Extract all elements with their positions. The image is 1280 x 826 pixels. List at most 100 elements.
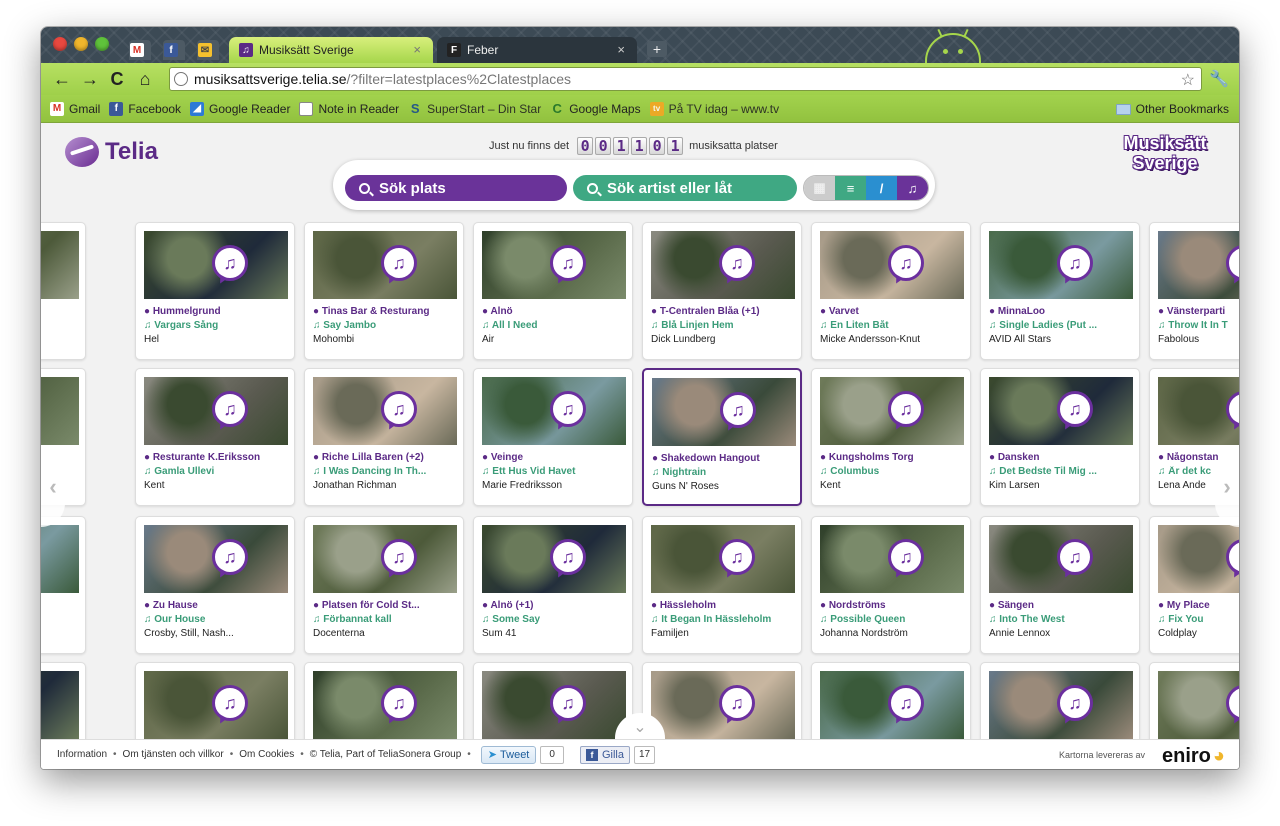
footer-link-cookies[interactable]: Om Cookies xyxy=(239,749,294,760)
bookmark-facebook[interactable]: f Facebook xyxy=(109,101,181,116)
next-arrow-icon[interactable]: › xyxy=(1215,447,1239,527)
artist-name: Kim Larsen xyxy=(989,480,1040,491)
artist-name: Air xyxy=(482,334,495,345)
place-card[interactable]: ♫ ● Sängen ♫ Into The West Annie Lennox xyxy=(980,516,1140,654)
search-icon xyxy=(359,182,370,194)
place-card[interactable]: ♫ ● Hummelgrund ♫ Vargars Sång Hel xyxy=(135,222,295,360)
place-card[interactable]: ♫ ● Kungsholms Torg ♫ Columbus Kent xyxy=(811,368,971,506)
place-card[interactable]: ♫ ● Nordströms ♫ Possible Queen Johanna Nor… xyxy=(811,516,971,654)
musiksatt-sverige-logo[interactable]: Musiksätt Sverige xyxy=(1113,133,1217,181)
place-card[interactable]: ♫ ● Zu Hause ♫ Our House Crosby, Still, Nas… xyxy=(135,516,295,654)
bookmark-tv[interactable]: tv På TV idag – www.tv xyxy=(649,101,780,116)
url-path: /?filter=latestplaces%2Clatestplaces xyxy=(346,71,572,87)
facebook-like-button[interactable]: f Gilla xyxy=(579,745,630,764)
speech-bubble-icon: ● xyxy=(652,453,661,464)
close-tab-icon[interactable]: × xyxy=(617,42,625,57)
tab-feber[interactable]: F Feber × xyxy=(437,37,637,63)
twitter-view-icon[interactable]: / xyxy=(866,176,897,200)
minimize-window-button[interactable] xyxy=(74,37,88,51)
pinned-tab-gmail[interactable]: M xyxy=(129,40,151,60)
song-title: Nightrain xyxy=(662,467,707,478)
place-card[interactable]: ♫● rg♫ our Right xyxy=(41,222,86,360)
place-card[interactable]: ♫ ● Varvet ♫ En Liten Båt Micke Andersson-K… xyxy=(811,222,971,360)
artist-name: Marie Fredriksson xyxy=(482,480,563,491)
web-page: Telia Just nu finns det 0 0 1 1 0 1 musi… xyxy=(41,123,1239,769)
place-card[interactable]: ♫ ● Alnö ♫ All I Need Air xyxy=(473,222,633,360)
place-name: Resturante K.Eriksson xyxy=(152,452,261,463)
pinned-tab-mail[interactable]: ✉ xyxy=(197,40,219,60)
speech-bubble-icon: ● xyxy=(651,306,660,317)
place-card[interactable]: ♫ ● Hässleholm ♫ It Began In Hässleholm Fam… xyxy=(642,516,802,654)
counter-digit: 1 xyxy=(631,137,648,155)
other-bookmarks[interactable]: Other Bookmarks xyxy=(1115,102,1229,116)
place-name: Hummelgrund xyxy=(152,306,221,317)
grid-view-icon[interactable]: ▦ xyxy=(804,176,835,200)
prev-arrow-icon[interactable]: ‹ xyxy=(41,447,65,527)
home-button[interactable]: ⌂ xyxy=(137,69,153,90)
close-window-button[interactable] xyxy=(53,37,67,51)
place-card[interactable]: ♫ ● Riche Lilla Baren (+2) ♫ I Was Dancing… xyxy=(304,368,464,506)
forward-button[interactable]: → xyxy=(81,69,99,90)
place-name: Riche Lilla Baren (+2) xyxy=(321,452,424,463)
speech-bubble-icon: ● xyxy=(313,306,322,317)
place-card[interactable]: ♫ ● Tinas Bar & Resturang ♫ Say Jambo Mohom… xyxy=(304,222,464,360)
place-name: Hässleholm xyxy=(659,600,716,611)
search-place-button[interactable]: Sök plats xyxy=(345,175,567,201)
tab-musiksatt[interactable]: ♫ Musiksätt Sverige × xyxy=(229,37,433,63)
speech-bubble-icon: ● xyxy=(313,452,322,463)
song-title: I Was Dancing In Th... xyxy=(323,466,427,477)
music-view-icon[interactable]: ♫ xyxy=(897,176,928,200)
place-card[interactable]: ♫ ● Resturante K.Eriksson ♫ Gamla Ullevi Ke… xyxy=(135,368,295,506)
music-note-icon: ♫ xyxy=(1158,466,1169,477)
bookmark-google-reader[interactable]: ◢ Google Reader xyxy=(190,101,290,116)
place-card[interactable]: ♫ ● Vänsterparti ♫ Throw It In T Fabolous xyxy=(1149,222,1239,360)
music-pin-icon: ♫ xyxy=(381,685,417,721)
aerial-map-thumbnail: ♫ xyxy=(144,377,288,445)
footer-link-terms[interactable]: Om tjänsten och villkor xyxy=(123,749,224,760)
artist-name: Kent xyxy=(144,480,165,491)
gmail-icon: M xyxy=(130,43,144,57)
eniro-logo[interactable]: eniro ◕ xyxy=(1162,745,1225,768)
speech-bubble-icon: ● xyxy=(820,452,829,463)
place-card[interactable]: ♫ ● Platsen för Cold St... ♫ Förbannat kal… xyxy=(304,516,464,654)
list-view-icon[interactable]: ≡ xyxy=(835,176,866,200)
music-pin-icon: ♫ xyxy=(550,245,586,281)
place-card[interactable]: ♫● n/A... (+1)♫ st Care F... xyxy=(41,516,86,654)
footer-link-information[interactable]: Information xyxy=(57,749,107,760)
address-bar[interactable]: musiksattsverige.telia.se /?filter=lates… xyxy=(169,67,1202,91)
place-card[interactable]: ♫ ● T-Centralen Blåa (+1) ♫ Blå Linjen Hem… xyxy=(642,222,802,360)
aerial-map-thumbnail: ♫ xyxy=(482,525,626,593)
telia-logo[interactable]: Telia xyxy=(65,137,158,167)
aerial-map-thumbnail: ♫ xyxy=(1158,671,1239,739)
place-card[interactable]: ♫ ● Shakedown Hangout ♫ Nightrain Guns N' R… xyxy=(642,368,802,506)
artist-name: Crosby, Still, Nash... xyxy=(144,628,234,639)
tweet-button[interactable]: ➤ Tweet xyxy=(480,745,537,764)
reload-button[interactable]: C xyxy=(109,69,125,90)
place-card[interactable]: ♫ ● MinnaLoo ♫ Single Ladies (Put ... AVID … xyxy=(980,222,1140,360)
zoom-window-button[interactable] xyxy=(95,37,109,51)
place-name: Vänsterparti xyxy=(1166,306,1226,317)
new-tab-button[interactable]: + xyxy=(647,41,667,57)
wrench-menu-icon[interactable]: 🔧 xyxy=(1209,69,1229,89)
place-card[interactable]: ♫ ● My Place ♫ Fix You Coldplay xyxy=(1149,516,1239,654)
bookmark-star-icon[interactable]: ☆ xyxy=(1181,70,1195,90)
bookmark-superstart[interactable]: S SuperStart – Din Star xyxy=(408,101,541,116)
bookmark-gmail[interactable]: M Gmail xyxy=(50,101,100,116)
back-button[interactable]: ← xyxy=(53,69,71,90)
bookmark-note-in-reader[interactable]: Note in Reader xyxy=(299,101,399,116)
bookmark-google-maps[interactable]: C Google Maps xyxy=(550,101,641,116)
place-card[interactable]: ♫ ● Dansken ♫ Det Bedste Til Mig ... Kim La… xyxy=(980,368,1140,506)
close-tab-icon[interactable]: × xyxy=(413,42,421,57)
gmail-icon: M xyxy=(50,101,64,116)
artist-name: Kent xyxy=(820,480,841,491)
pinned-tab-facebook[interactable]: f xyxy=(163,40,185,60)
place-card[interactable]: ♫ ● Alnö (+1) ♫ Some Say Sum 41 xyxy=(473,516,633,654)
place-card[interactable]: ♫ ● Veinge ♫ Ett Hus Vid Havet Marie Fredri… xyxy=(473,368,633,506)
feber-icon: F xyxy=(447,43,461,57)
music-pin-icon: ♫ xyxy=(1226,539,1239,575)
aerial-map-thumbnail: ♫ xyxy=(651,231,795,299)
search-artist-button[interactable]: Sök artist eller låt xyxy=(573,175,797,201)
bookmark-label: På TV idag – www.tv xyxy=(668,101,780,116)
music-pin-icon: ♫ xyxy=(212,685,248,721)
tweet-label: Tweet xyxy=(500,748,530,761)
